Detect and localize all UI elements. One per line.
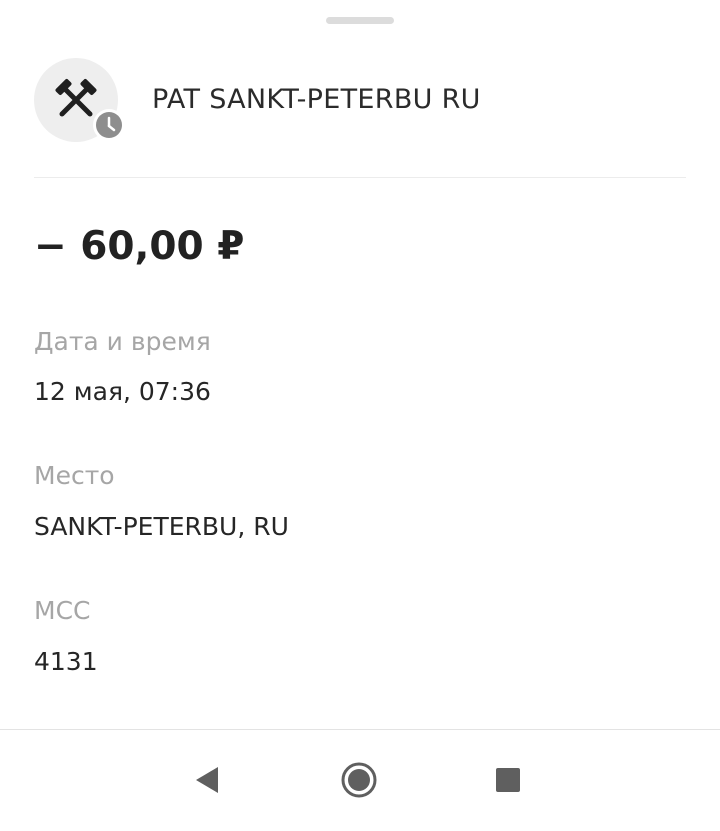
system-navigation-bar (0, 729, 720, 831)
datetime-value: 12 мая, 07:36 (34, 377, 211, 406)
recents-square-icon (496, 768, 520, 792)
transaction-details-sheet: PAT SANKT-PETERBU RU − 60,00 ₽ Дата и вр… (0, 0, 720, 830)
back-button[interactable] (182, 754, 234, 806)
merchant-name: PAT SANKT-PETERBU RU (152, 84, 481, 115)
place-label: Место (34, 461, 115, 490)
mcc-label: МСС (34, 596, 91, 625)
transaction-amount: − 60,00 ₽ (34, 224, 245, 269)
merchant-header: PAT SANKT-PETERBU RU (34, 58, 686, 148)
datetime-label: Дата и время (34, 327, 211, 356)
home-button[interactable] (333, 754, 385, 806)
clock-icon (93, 109, 125, 141)
header-divider (34, 177, 686, 178)
sheet-drag-handle[interactable] (326, 17, 394, 24)
back-triangle-icon (196, 767, 218, 793)
merchant-avatar (34, 58, 125, 142)
home-circle-icon (341, 762, 377, 798)
mcc-value: 4131 (34, 647, 98, 676)
place-value: SANKT-PETERBU, RU (34, 512, 289, 541)
recents-button[interactable] (482, 754, 534, 806)
